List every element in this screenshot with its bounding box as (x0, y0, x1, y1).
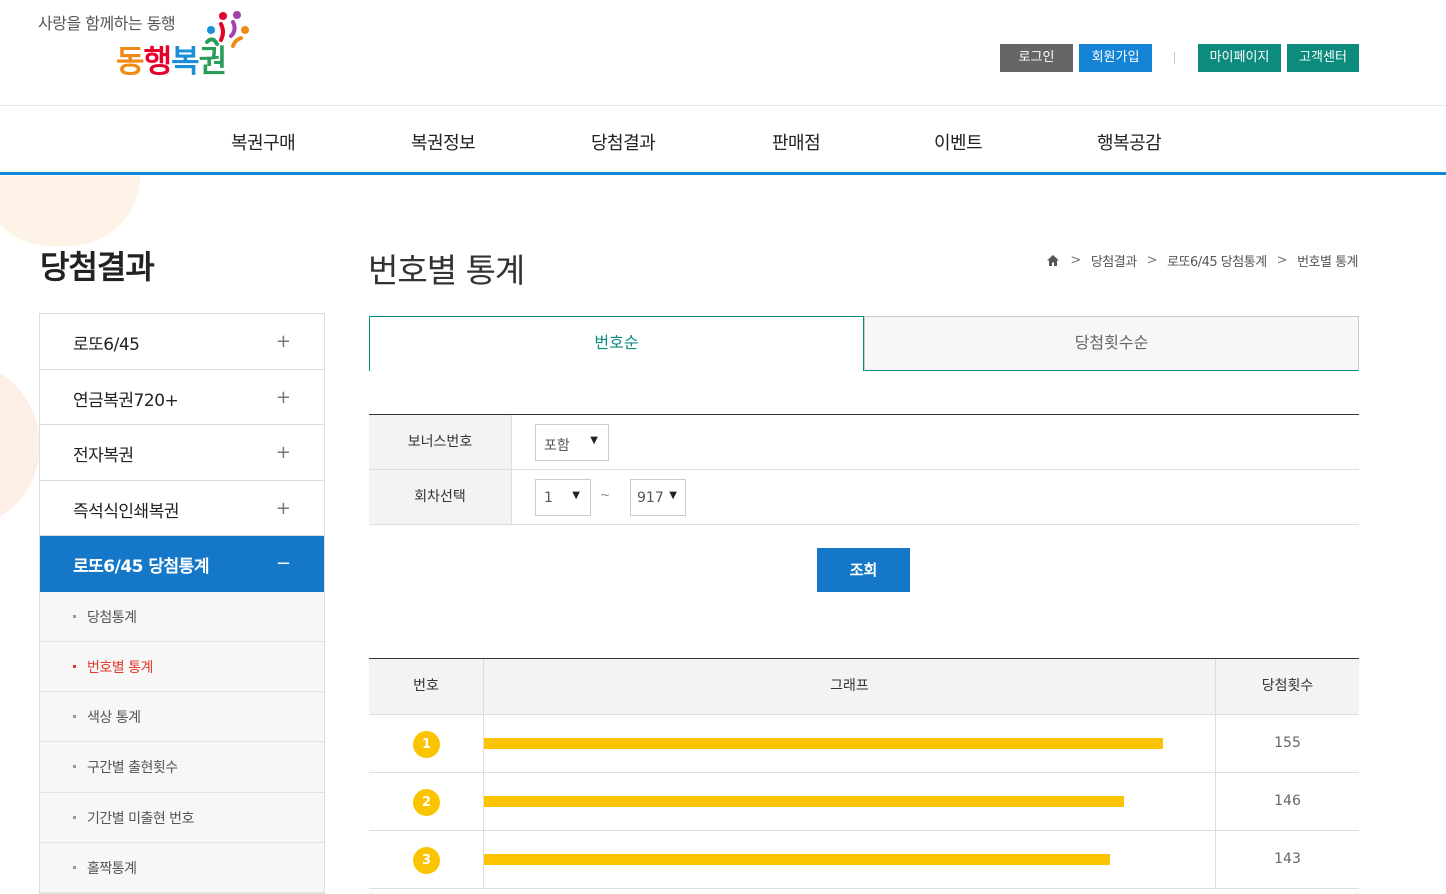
nav-item-events[interactable]: 이벤트 (934, 129, 983, 155)
nav-item-buy[interactable]: 복권구매 (231, 129, 296, 155)
count-bar (484, 796, 1124, 807)
side-sub-color-stats[interactable]: 색상 통계 (40, 692, 324, 743)
plus-icon: + (275, 442, 291, 463)
table-row: 1 155 (369, 715, 1359, 773)
nav-item-info[interactable]: 복권정보 (411, 129, 476, 155)
lotto-ball: 3 (413, 847, 440, 874)
site-logo[interactable]: 사랑을 함께하는 동행 동행복권 (38, 8, 258, 88)
win-count: 143 (1274, 851, 1301, 867)
caret-down-icon: ▼ (572, 490, 580, 501)
side-sub-number-stats[interactable]: 번호별 통계 (40, 641, 324, 693)
minus-icon: − (275, 553, 291, 574)
breadcrumb-item[interactable]: 로또6/45 당첨통계 (1167, 251, 1267, 270)
side-item-instant-print[interactable]: 즉석식인쇄복권 + (40, 480, 324, 536)
breadcrumb-item: 번호별 통계 (1297, 255, 1358, 270)
chevron-right-icon: > (1276, 253, 1288, 268)
page-title: 번호별 통계 (368, 251, 525, 290)
side-sub-missing-numbers[interactable]: 기간별 미출현 번호 (40, 792, 324, 843)
header-count: 당첨횟수 (1261, 678, 1314, 694)
customer-center-button[interactable]: 고객센터 (1287, 44, 1359, 72)
tab-number-order[interactable]: 번호순 (369, 316, 864, 371)
round-from-select[interactable]: 1 ▼ (535, 479, 591, 516)
lotto-ball: 1 (413, 731, 440, 758)
side-sub-odd-even[interactable]: 홀짝통계 (40, 842, 324, 894)
decorative-blob (0, 360, 40, 530)
chevron-right-icon: > (1146, 253, 1158, 268)
search-form: 보너스번호 포함 ▼ 회차선택 1 ▼ ~ 917 ▼ (369, 414, 1359, 525)
search-row-round: 회차선택 1 ▼ ~ 917 ▼ (369, 470, 1359, 525)
count-bar (484, 738, 1163, 749)
nav-item-happiness[interactable]: 행복공감 (1097, 129, 1162, 155)
table-header: 번호 그래프 당첨횟수 (369, 659, 1359, 715)
decorative-blob (0, 176, 140, 246)
lotto-ball: 2 (413, 789, 440, 816)
range-separator: ~ (600, 488, 611, 502)
plus-icon: + (275, 331, 291, 352)
round-label: 회차선택 (369, 470, 512, 524)
caret-down-icon: ▼ (669, 490, 677, 501)
login-button[interactable]: 로그인 (1000, 44, 1073, 72)
side-item-e-lottery[interactable]: 전자복권 + (40, 425, 324, 481)
section-title: 당첨결과 (40, 248, 155, 286)
sort-tabs: 번호순 당첨횟수순 (369, 316, 1359, 371)
round-to-select[interactable]: 917 ▼ (630, 479, 686, 516)
side-navigation: 로또6/45 + 연금복권720+ + 전자복권 + 즉석식인쇄복권 + 로또6… (39, 313, 325, 894)
search-row-bonus: 보너스번호 포함 ▼ (369, 415, 1359, 470)
side-item-pension720[interactable]: 연금복권720+ + (40, 369, 324, 425)
bonus-label: 보너스번호 (369, 415, 512, 469)
logo-tagline: 사랑을 함께하는 동행 (38, 14, 176, 33)
main-navigation: 복권구매 복권정보 당첨결과 판매점 이벤트 행복공감 (0, 107, 1446, 175)
mypage-button[interactable]: 마이페이지 (1198, 44, 1281, 72)
table-row: 3 143 (369, 831, 1359, 889)
search-button[interactable]: 조회 (817, 548, 910, 592)
win-count: 146 (1274, 793, 1301, 809)
divider (1174, 52, 1175, 64)
nav-item-stores[interactable]: 판매점 (772, 129, 821, 155)
site-header: 사랑을 함께하는 동행 동행복권 로그인 회원가입 마이페이지 고객센터 (0, 0, 1446, 106)
number-stats-table: 번호 그래프 당첨횟수 1 155 2 146 3 143 (369, 658, 1359, 889)
home-icon[interactable] (1046, 254, 1060, 267)
table-row: 2 146 (369, 773, 1359, 831)
count-bar (484, 854, 1110, 865)
breadcrumb: > 당첨결과 > 로또6/45 당첨통계 > 번호별 통계 (1046, 251, 1358, 270)
side-sub-win-stats[interactable]: 당첨통계 (40, 591, 324, 642)
chevron-right-icon: > (1070, 253, 1081, 268)
header-number: 번호 (369, 659, 484, 715)
win-count: 155 (1274, 735, 1301, 751)
breadcrumb-item[interactable]: 당첨결과 (1091, 251, 1137, 270)
nav-item-results[interactable]: 당첨결과 (591, 129, 656, 155)
plus-icon: + (275, 497, 291, 519)
plus-icon: + (275, 386, 291, 408)
header-graph: 그래프 (484, 659, 1216, 715)
side-sub-range-stats[interactable]: 구간별 출현횟수 (40, 742, 324, 793)
tab-win-count-order[interactable]: 당첨횟수순 (864, 316, 1359, 371)
join-button[interactable]: 회원가입 (1079, 44, 1152, 72)
bonus-select[interactable]: 포함 ▼ (535, 424, 609, 461)
side-item-lotto645[interactable]: 로또6/45 + (40, 314, 324, 370)
side-item-lotto-stats[interactable]: 로또6/45 당첨통계 − (40, 536, 324, 592)
logo-figure-icon (205, 11, 249, 48)
caret-down-icon: ▼ (590, 435, 598, 446)
